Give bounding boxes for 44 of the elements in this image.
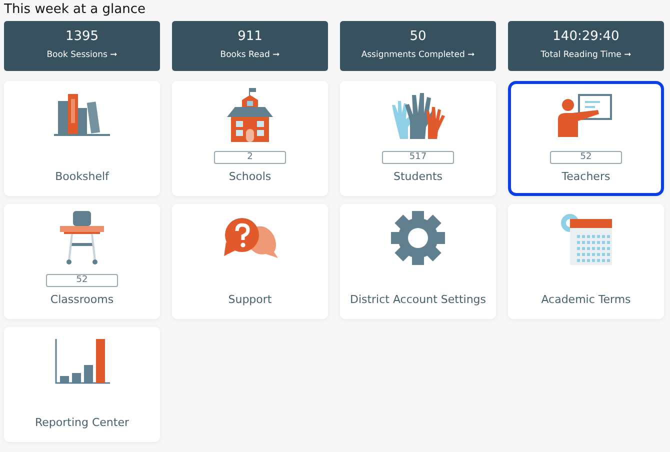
stat-value: 1395 [65,29,99,44]
count-badge: 52 [550,150,622,164]
tile-label: Reporting Center [35,416,129,429]
calendar-icon [558,211,614,265]
count-badge: 517 [382,150,454,164]
dashboard-tile[interactable]: Bookshelf [4,81,160,196]
stat-link[interactable]: Book Sessions ➞ [46,50,118,60]
dashboard-tile[interactable]: Support [172,204,328,319]
tile-label: Bookshelf [55,170,109,183]
tile-label: District Account Settings [350,293,486,306]
dashboard-tile[interactable]: Reporting Center [4,327,160,442]
tile-label: Support [228,293,272,306]
stat-value: 140:29:40 [552,29,620,44]
books-icon [54,93,110,137]
dashboard-tile[interactable]: 52 Classrooms [4,204,160,319]
school-icon [227,88,273,142]
desk-icon [60,211,104,265]
stat-value: 911 [238,29,262,44]
tile-label: Schools [228,170,272,183]
raised-hands-icon [390,91,446,139]
settings-icon [391,211,445,265]
page-heading: This week at a glance [4,2,146,19]
dashboard-tile[interactable]: 517 Students [340,81,496,196]
bar-chart-icon [54,337,110,385]
dashboard-tile[interactable]: Academic Terms [508,204,664,319]
count-badge: 2 [214,150,286,164]
tile-label: Teachers [562,170,610,183]
dashboard-tile[interactable]: 52 Teachers [508,81,664,196]
speech-bubbles-icon [222,216,278,260]
tile-label: Classrooms [50,293,114,306]
stat-card[interactable]: 50 Assignments Completed ➞ [340,21,496,71]
count-badge: 52 [46,274,118,286]
teacher-icon [558,93,614,137]
stat-value: 50 [410,29,426,44]
stat-card[interactable]: 1395 Book Sessions ➞ [4,21,160,71]
stat-card[interactable]: 140:29:40 Total Reading Time ➞ [508,21,664,71]
tile-label: Students [393,170,443,183]
stat-link[interactable]: Assignments Completed ➞ [361,50,475,60]
stat-link[interactable]: Books Read ➞ [220,50,280,60]
stat-link[interactable]: Total Reading Time ➞ [540,50,632,60]
dashboard-tile[interactable]: District Account Settings [340,204,496,319]
stat-card[interactable]: 911 Books Read ➞ [172,21,328,71]
tile-label: Academic Terms [541,293,631,306]
dashboard-tile[interactable]: 2 Schools [172,81,328,196]
